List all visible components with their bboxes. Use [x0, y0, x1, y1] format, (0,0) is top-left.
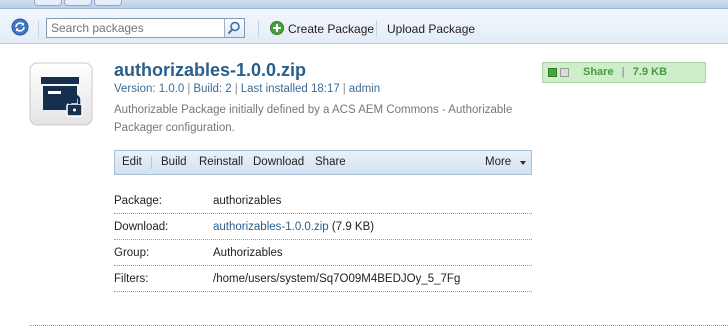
package-divider	[29, 325, 728, 326]
download-size: (7.9 KB)	[328, 221, 375, 233]
search-button[interactable]	[224, 19, 244, 37]
package-action-bar: Edit Build Reinstall Download Share More	[114, 150, 532, 175]
download-link[interactable]: authorizables-1.0.0.zip	[213, 221, 329, 233]
toolbar-divider	[376, 21, 377, 37]
build-button[interactable]: Build	[161, 151, 187, 174]
top-tab[interactable]	[64, 0, 92, 6]
package-installed-by[interactable]: admin	[349, 83, 380, 95]
package-title[interactable]: authorizables-1.0.0.zip	[114, 60, 306, 81]
property-row-group: Group: Authorizables	[114, 240, 532, 266]
refresh-icon[interactable]	[11, 18, 29, 36]
share-status: Share | 7.9 KB	[542, 62, 706, 83]
toolbar-divider	[38, 21, 39, 37]
package-description: Authorizable Package initially defined b…	[114, 104, 513, 134]
reinstall-button[interactable]: Reinstall	[199, 151, 243, 174]
window-top-strip	[0, 0, 728, 9]
package-version: Version: 1.0.0	[114, 83, 185, 95]
share-label[interactable]: Share	[583, 66, 614, 78]
search-icon	[227, 21, 240, 35]
top-tab[interactable]	[94, 0, 122, 6]
property-value: authorizables-1.0.0.zip (7.9 KB)	[213, 221, 374, 233]
property-row-package: Package: authorizables	[114, 188, 532, 214]
property-row-filters: Filters: /home/users/system/Sq7O09M4BEDJ…	[114, 266, 532, 292]
meta-separator: |	[187, 83, 191, 95]
download-button[interactable]: Download	[253, 151, 304, 174]
add-icon[interactable]	[270, 21, 284, 35]
search-input[interactable]	[47, 19, 225, 37]
chevron-down-icon[interactable]	[520, 161, 526, 165]
more-menu-button[interactable]: More	[485, 151, 511, 174]
create-package-button[interactable]: Create Package	[288, 20, 374, 38]
property-label: Download:	[114, 221, 169, 233]
property-label: Package:	[114, 195, 162, 207]
meta-separator: |	[234, 83, 238, 95]
package-icon	[29, 62, 93, 126]
share-text: Share | 7.9 KB	[583, 66, 667, 78]
status-green-indicator	[548, 68, 557, 77]
meta-separator: |	[342, 83, 346, 95]
package-last-installed: Last installed 18:17	[240, 83, 340, 95]
package-meta: Version: 1.0.0 | Build: 2 | Last installed 1…	[114, 83, 380, 95]
package-build: Build: 2	[193, 83, 232, 95]
share-separator: |	[621, 66, 625, 78]
share-button[interactable]: Share	[315, 151, 346, 174]
property-value: Authorizables	[213, 247, 283, 259]
property-row-download: Download: authorizables-1.0.0.zip (7.9 K…	[114, 214, 532, 240]
status-grey-indicator	[560, 68, 569, 77]
share-size: 7.9 KB	[632, 66, 668, 78]
property-value: /home/users/system/Sq7O09M4BEDJOy_5_7Fg	[213, 273, 461, 285]
action-divider	[151, 156, 152, 169]
toolbar: Create Package Upload Package	[0, 9, 728, 44]
upload-package-button[interactable]: Upload Package	[387, 20, 475, 38]
toolbar-divider	[258, 21, 259, 37]
search-box	[46, 18, 245, 38]
property-label: Filters:	[114, 273, 149, 285]
property-value: authorizables	[213, 195, 282, 207]
top-tab[interactable]	[34, 0, 62, 6]
property-label: Group:	[114, 247, 150, 259]
edit-button[interactable]: Edit	[122, 151, 142, 174]
